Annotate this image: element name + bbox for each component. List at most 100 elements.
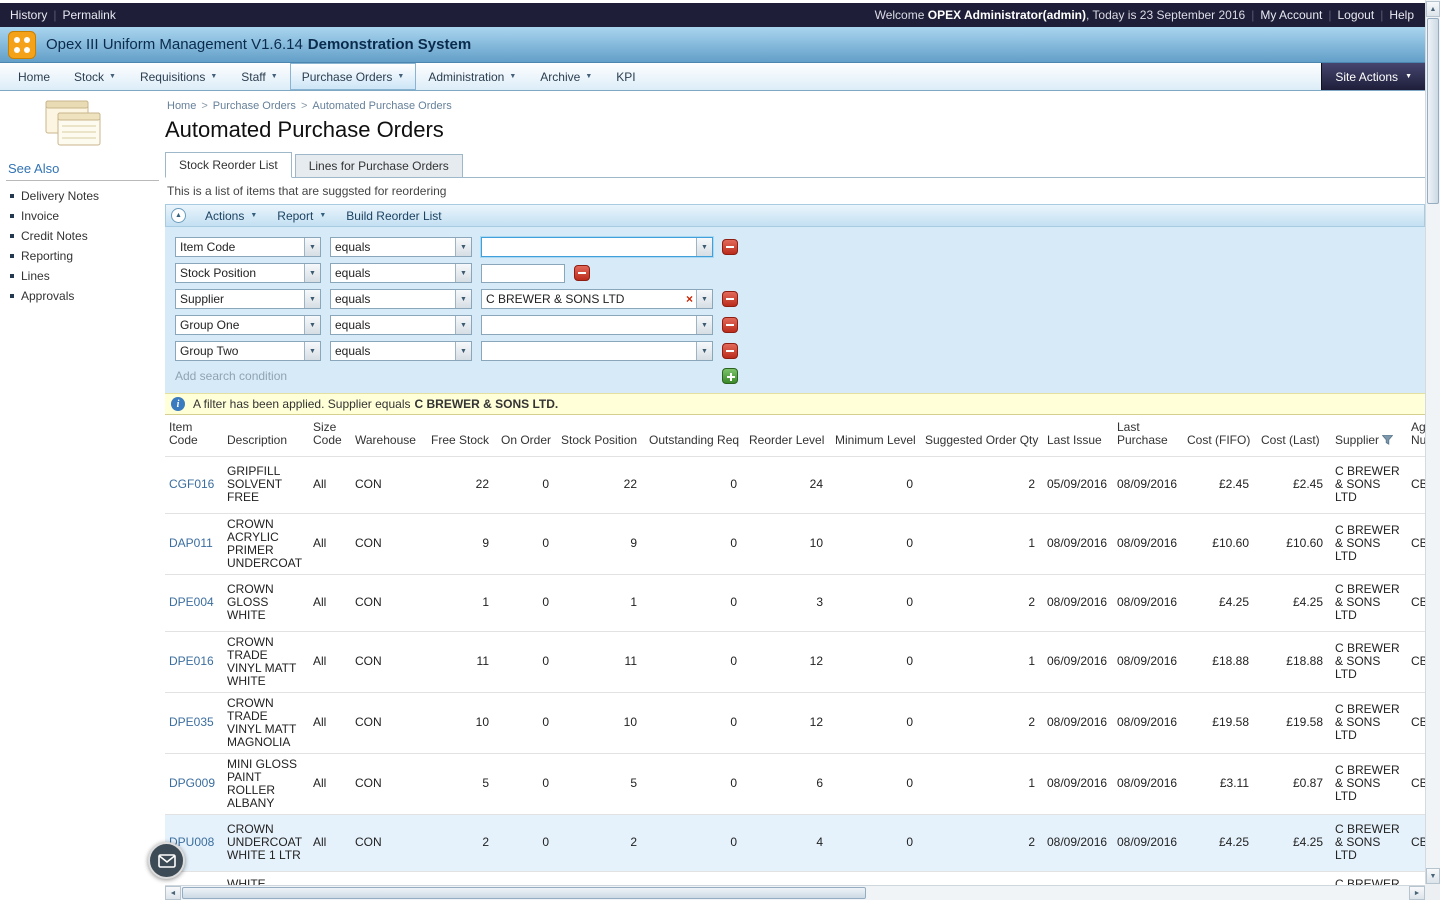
vertical-scroll-thumb[interactable] bbox=[1427, 18, 1439, 204]
column-header-warehouse[interactable]: Warehouse bbox=[351, 415, 427, 456]
scroll-left-button[interactable]: ◄ bbox=[165, 886, 181, 900]
column-header-size_code[interactable]: Size Code bbox=[309, 415, 351, 456]
filter-field-select[interactable]: Group Two ▼ bbox=[175, 341, 321, 361]
cell-reorder_level bbox=[745, 870, 831, 885]
collapse-toolbar-button[interactable]: ▲ bbox=[171, 208, 186, 223]
cell-description: WHITE bbox=[223, 870, 309, 885]
filter-operator-select[interactable]: equals ▼ bbox=[330, 289, 472, 309]
scroll-down-button[interactable]: ▼ bbox=[1426, 868, 1440, 884]
item-code-link[interactable]: DPE035 bbox=[169, 715, 214, 729]
column-header-minimum_level[interactable]: Minimum Level bbox=[831, 415, 921, 456]
tab-stock-reorder-list[interactable]: Stock Reorder List bbox=[165, 152, 292, 178]
column-header-outstanding_req[interactable]: Outstanding Req bbox=[645, 415, 745, 456]
filter-operator-select[interactable]: equals ▼ bbox=[330, 315, 472, 335]
history-link[interactable]: History bbox=[10, 8, 47, 22]
nav-item-staff[interactable]: Staff ▼ bbox=[229, 63, 289, 90]
chevron-up-icon: ▲ bbox=[175, 212, 182, 219]
report-menu-button[interactable]: Report ▼ bbox=[267, 209, 336, 223]
see-also-heading[interactable]: See Also bbox=[0, 157, 163, 180]
filter-field-select[interactable]: Item Code ▼ bbox=[175, 237, 321, 257]
nav-item-kpi[interactable]: KPI bbox=[604, 63, 647, 90]
column-header-last_issue[interactable]: Last Issue bbox=[1043, 415, 1113, 456]
remove-condition-button[interactable] bbox=[722, 317, 738, 333]
table-row: DAP011 CROWN ACRYLIC PRIMER UNDERCOAT All C… bbox=[165, 512, 1425, 574]
filter-field-select[interactable]: Supplier ▼ bbox=[175, 289, 321, 309]
cell-suggested_qty: 2 bbox=[921, 573, 1043, 631]
remove-condition-button[interactable] bbox=[722, 239, 738, 255]
column-header-on_order[interactable]: On Order bbox=[497, 415, 557, 456]
nav-item-home[interactable]: Home bbox=[6, 63, 62, 90]
column-header-suggested_qty[interactable]: Suggested Order Qty bbox=[921, 415, 1043, 456]
topbar-link-my-account[interactable]: My Account bbox=[1260, 8, 1322, 22]
actions-menu-button[interactable]: Actions ▼ bbox=[195, 209, 267, 223]
cell-warehouse: CON bbox=[351, 630, 427, 692]
filter-operator-select[interactable]: equals ▼ bbox=[330, 237, 472, 257]
breadcrumb-link-purchase-orders[interactable]: Purchase Orders bbox=[213, 100, 296, 112]
chevron-down-icon: ▼ bbox=[304, 264, 320, 282]
column-header-supplier[interactable]: Supplier bbox=[1331, 415, 1407, 456]
sidebar-item-delivery-notes[interactable]: Delivery Notes bbox=[0, 186, 163, 206]
remove-condition-button[interactable] bbox=[722, 343, 738, 359]
column-header-cost_last[interactable]: Cost (Last) bbox=[1257, 415, 1331, 456]
nav-item-stock[interactable]: Stock ▼ bbox=[62, 63, 128, 90]
remove-condition-button[interactable] bbox=[574, 265, 590, 281]
remove-condition-button[interactable] bbox=[722, 291, 738, 307]
column-header-description[interactable]: Description bbox=[223, 415, 309, 456]
nav-item-purchase-orders[interactable]: Purchase Orders ▼ bbox=[289, 63, 417, 90]
sidebar-item-lines[interactable]: Lines bbox=[0, 266, 163, 286]
add-condition-button[interactable] bbox=[722, 368, 738, 384]
filter-operator-select[interactable]: equals ▼ bbox=[330, 263, 472, 283]
filter-field-select[interactable]: Group One ▼ bbox=[175, 315, 321, 335]
permalink-link[interactable]: Permalink bbox=[62, 8, 115, 22]
filter-value-select[interactable]: ▼ bbox=[481, 341, 713, 361]
sidebar-item-approvals[interactable]: Approvals bbox=[0, 286, 163, 306]
site-actions-button[interactable]: Site Actions ▼ bbox=[1321, 63, 1425, 90]
item-code-link[interactable]: DPE004 bbox=[169, 595, 214, 609]
nav-item-requisitions[interactable]: Requisitions ▼ bbox=[128, 63, 229, 90]
scroll-right-button[interactable]: ► bbox=[1409, 886, 1425, 900]
item-code-link[interactable]: DAP011 bbox=[169, 536, 213, 550]
filter-operator-select[interactable]: equals ▼ bbox=[330, 341, 472, 361]
purchase-orders-page-icon bbox=[45, 100, 101, 146]
build-reorder-list-button[interactable]: Build Reorder List bbox=[336, 209, 451, 223]
sidebar-item-credit-notes[interactable]: Credit Notes bbox=[0, 226, 163, 246]
filter-value-input[interactable] bbox=[481, 263, 565, 283]
horizontal-scroll-thumb[interactable] bbox=[182, 887, 866, 899]
filter-value-select[interactable]: ▼ bbox=[481, 237, 713, 257]
filter-field-select[interactable]: Stock Position ▼ bbox=[175, 263, 321, 283]
sidebar-item-reporting[interactable]: Reporting bbox=[0, 246, 163, 266]
topbar-link-logout[interactable]: Logout bbox=[1337, 8, 1374, 22]
cell-agreement bbox=[1407, 870, 1425, 885]
column-header-stock_position[interactable]: Stock Position bbox=[557, 415, 645, 456]
cell-suggested_qty: 2 bbox=[921, 813, 1043, 871]
column-header-last_purchase[interactable]: Last Purchase bbox=[1113, 415, 1183, 456]
clear-filter-icon[interactable]: × bbox=[683, 293, 696, 305]
topbar-link-help[interactable]: Help bbox=[1389, 8, 1414, 22]
item-code-link[interactable]: CGF016 bbox=[169, 477, 214, 491]
item-code-link[interactable]: DPG009 bbox=[169, 776, 215, 790]
horizontal-scrollbar[interactable]: ◄ ► bbox=[165, 885, 1425, 900]
sidebar-item-invoice[interactable]: Invoice bbox=[0, 206, 163, 226]
column-header-agreement[interactable]: Agreement Number bbox=[1407, 415, 1425, 456]
column-header-cost_fifo[interactable]: Cost (FIFO) bbox=[1183, 415, 1257, 456]
breadcrumb-link-home[interactable]: Home bbox=[167, 100, 196, 112]
vertical-scrollbar[interactable]: ▲ ▼ bbox=[1425, 0, 1440, 884]
separator: | bbox=[53, 8, 57, 22]
scroll-up-button[interactable]: ▲ bbox=[1426, 1, 1440, 17]
nav-item-archive[interactable]: Archive ▼ bbox=[528, 63, 604, 90]
filter-icon[interactable] bbox=[1379, 433, 1394, 447]
column-header-item_code[interactable]: Item Code bbox=[165, 415, 223, 456]
item-code-link[interactable]: DPE016 bbox=[169, 654, 214, 668]
filter-value-select[interactable]: C BREWER & SONS LTD × ▼ bbox=[481, 289, 713, 309]
table-row: DPE016 CROWN TRADE VINYL MATT WHITE All CON… bbox=[165, 630, 1425, 692]
tab-lines-for-purchase-orders[interactable]: Lines for Purchase Orders bbox=[294, 154, 463, 177]
cell-last_issue: 08/09/2016 bbox=[1043, 573, 1113, 631]
filter-value-select[interactable]: ▼ bbox=[481, 315, 713, 335]
cell-cost_fifo: £18.88 bbox=[1183, 630, 1257, 692]
cell-last_issue: 08/09/2016 bbox=[1043, 691, 1113, 753]
feedback-mail-button[interactable] bbox=[148, 842, 185, 879]
column-header-reorder_level[interactable]: Reorder Level bbox=[745, 415, 831, 456]
breadcrumb-link-automated-purchase-orders[interactable]: Automated Purchase Orders bbox=[312, 100, 451, 112]
nav-item-administration[interactable]: Administration ▼ bbox=[416, 63, 528, 90]
column-header-free_stock[interactable]: Free Stock bbox=[427, 415, 497, 456]
